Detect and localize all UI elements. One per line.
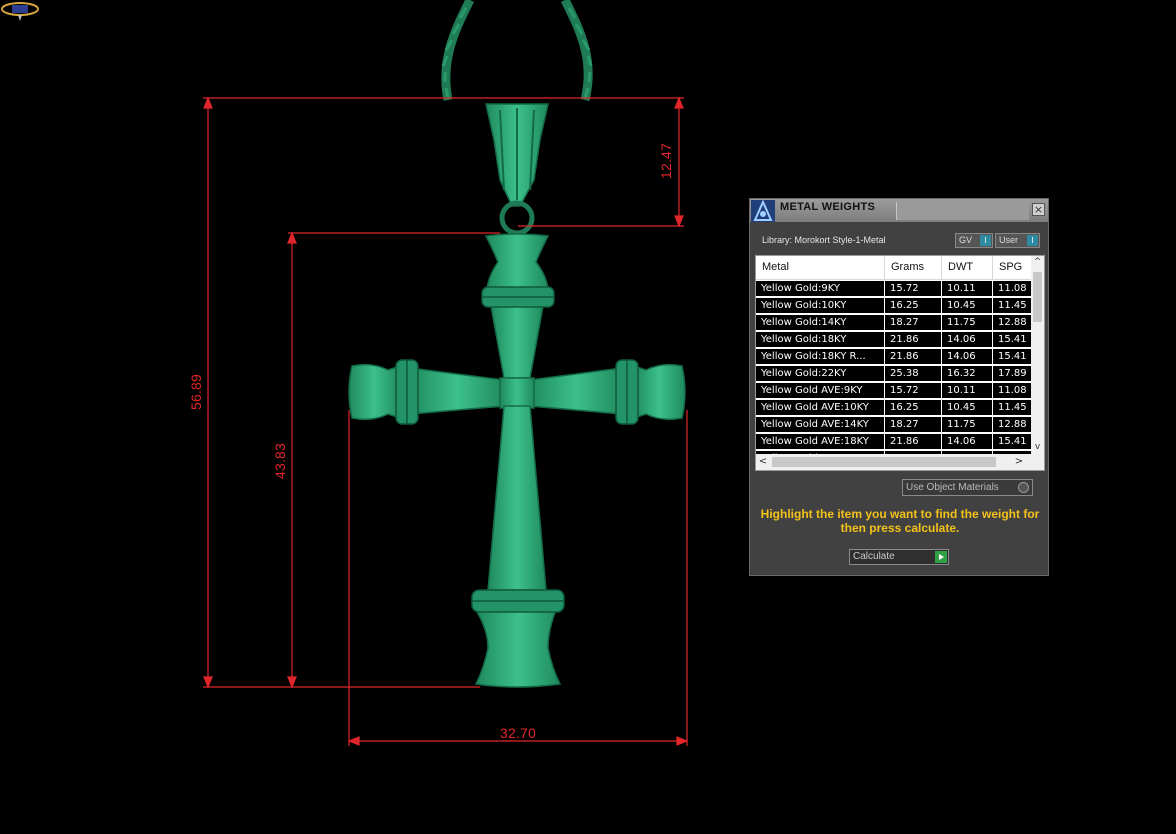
chain-links xyxy=(441,7,593,99)
table-cell: 18.27 xyxy=(885,417,941,432)
table-cell: 14.06 xyxy=(942,332,992,347)
table-cell: 15.72 xyxy=(885,383,941,398)
table-row[interactable]: Yellow Gold AVE:9KY 15.72 10.11 11.08 xyxy=(756,383,1031,400)
cross-height-label: 43.83 xyxy=(272,442,289,480)
title-tab xyxy=(896,202,1029,220)
table-cell: Yellow Gold AVE:14KY xyxy=(756,417,884,432)
table-cell: 21.86 xyxy=(885,332,941,347)
table-cell: Yellow Gold:10KY xyxy=(756,298,884,313)
use-object-materials-option[interactable]: Use Object Materials xyxy=(902,479,1033,496)
table-cell: 18.27 xyxy=(885,315,941,330)
scroll-up-icon[interactable]: ^ xyxy=(1031,256,1044,269)
panel-titlebar[interactable]: METAL WEIGHTS × xyxy=(750,199,1048,222)
user-toggle[interactable]: User I xyxy=(995,233,1040,248)
table-cell: Yellow Gold AVE:18KY xyxy=(756,434,884,449)
table-cell: 14.06 xyxy=(942,349,992,364)
table-cell: 11.45 xyxy=(993,298,1031,313)
gv-toggle[interactable]: GV I xyxy=(955,233,993,248)
total-height-label: 56.89 xyxy=(188,373,205,411)
table-cell: Yellow Gold AVE:10KY xyxy=(756,400,884,415)
user-toggle-knob: I xyxy=(1027,235,1038,246)
table-cell: Yellow Gold:14KY xyxy=(756,315,884,330)
table-cell: 25.38 xyxy=(885,366,941,381)
table-cell: 15.41 xyxy=(993,349,1031,364)
table-cell: 16.25 xyxy=(885,400,941,415)
table-row[interactable]: Yellow Gold:18KY R... 21.86 14.06 15.41 xyxy=(756,349,1031,366)
library-label: Library: Morokort Style-1-Metal xyxy=(762,235,886,245)
calculate-label: Calculate xyxy=(853,551,895,562)
column-header-grams[interactable]: Grams xyxy=(885,256,942,279)
column-header-metal[interactable]: Metal xyxy=(756,256,885,279)
horizontal-scroll-thumb[interactable] xyxy=(772,457,996,467)
table-cell: 10.11 xyxy=(942,383,992,398)
table-cell: 16.32 xyxy=(942,366,992,381)
table-row[interactable]: Yellow Gold:18KY 21.86 14.06 15.41 xyxy=(756,332,1031,349)
table-cell: Yellow Gold AVE:9KY xyxy=(756,383,884,398)
table-cell: 21.86 xyxy=(885,434,941,449)
chain xyxy=(441,0,593,102)
table-row[interactable]: Yellow Gold AVE:14KY 18.27 11.75 12.88 xyxy=(756,417,1031,434)
table-row[interactable]: Yellow Gold:9KY 15.72 10.11 11.08 xyxy=(756,281,1031,298)
column-header-spg[interactable]: SPG xyxy=(993,256,1031,279)
close-button[interactable]: × xyxy=(1032,203,1045,216)
bail xyxy=(485,103,549,236)
app-icon xyxy=(751,199,775,222)
calculate-button[interactable]: Calculate xyxy=(849,549,949,565)
table-cell: 17.89 xyxy=(993,366,1031,381)
user-label: User xyxy=(999,235,1019,245)
scroll-left-icon[interactable]: < xyxy=(756,454,770,470)
table-cell: 10.11 xyxy=(942,281,992,296)
table-cell: 16.25 xyxy=(885,298,941,313)
radio-icon[interactable] xyxy=(1018,482,1029,493)
table-cell: Yellow Gold:9KY xyxy=(756,281,884,296)
table-cell: 15.41 xyxy=(993,332,1031,347)
table-header: Metal Grams DWT SPG xyxy=(756,256,1031,280)
scroll-right-icon[interactable]: > xyxy=(1012,454,1026,470)
metal-table: Metal Grams DWT SPG Yellow Gold:9KY 15.72… xyxy=(755,255,1045,471)
scroll-down-icon[interactable]: v xyxy=(1031,441,1044,454)
table-cell: 12.88 xyxy=(993,417,1031,432)
table-cell: 11.75 xyxy=(942,315,992,330)
table-cell: 10.45 xyxy=(942,298,992,313)
bail-height-label: 12.47 xyxy=(658,142,675,180)
table-cell: 11.45 xyxy=(993,400,1031,415)
brand-logo-icon xyxy=(1,2,39,21)
table-row[interactable]: Yellow Gold AVE:18KY 21.86 14.06 15.41 xyxy=(756,434,1031,451)
use-object-materials-label: Use Object Materials xyxy=(906,482,999,493)
table-row[interactable]: Yellow Gold:10KY 16.25 10.45 11.45 xyxy=(756,298,1031,315)
table-row[interactable]: Yellow Gold:22KY 25.38 16.32 17.89 xyxy=(756,366,1031,383)
table-cell: 15.72 xyxy=(885,281,941,296)
panel-title: METAL WEIGHTS xyxy=(780,201,876,213)
gv-toggle-knob: I xyxy=(980,235,991,246)
vertical-scroll-thumb[interactable] xyxy=(1033,272,1042,322)
table-cell: Yellow Gold:18KY xyxy=(756,332,884,347)
table-cell: 10.45 xyxy=(942,400,992,415)
cross-width-label: 32.70 xyxy=(500,725,537,741)
table-cell: 11.08 xyxy=(993,281,1031,296)
table-cell: 12.88 xyxy=(993,315,1031,330)
table-row[interactable]: Yellow Gold AVE:10KY 16.25 10.45 11.45 xyxy=(756,400,1031,417)
dimension-lines xyxy=(203,96,689,746)
table-cell: Yellow Gold:22KY xyxy=(756,366,884,381)
table-cell: 21.86 xyxy=(885,349,941,364)
column-header-dwt[interactable]: DWT xyxy=(942,256,993,279)
table-cell: 11.75 xyxy=(942,417,992,432)
table-rows: Yellow Gold:9KY 15.72 10.11 11.08 Yellow Gol… xyxy=(756,281,1031,468)
gv-label: GV xyxy=(959,235,973,245)
play-icon xyxy=(935,551,947,563)
table-row[interactable]: Yellow Gold:14KY 18.27 11.75 12.88 xyxy=(756,315,1031,332)
hint-text: Highlight the item you want to find the … xyxy=(760,507,1040,535)
table-cell: 11.08 xyxy=(993,383,1031,398)
table-cell: Yellow Gold:18KY R... xyxy=(756,349,884,364)
table-cell: 15.41 xyxy=(993,434,1031,449)
table-cell: 14.06 xyxy=(942,434,992,449)
horizontal-scrollbar[interactable]: < > xyxy=(756,454,1044,470)
metal-weights-panel: METAL WEIGHTS × Library: Morokort Style-… xyxy=(749,198,1049,576)
vertical-scrollbar[interactable]: ^ v xyxy=(1031,256,1044,454)
